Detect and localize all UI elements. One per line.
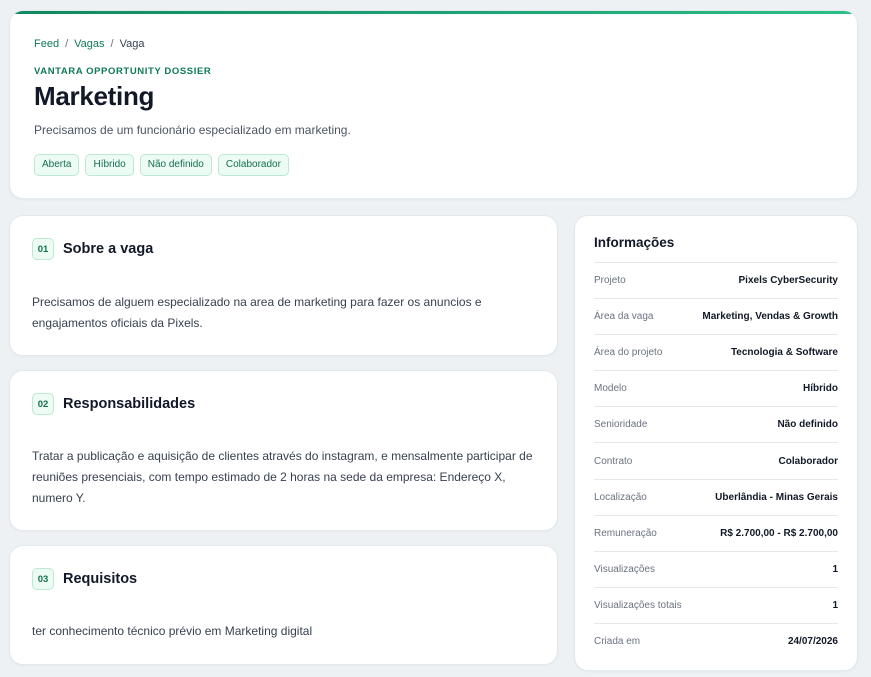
- info-label: Senioridade: [594, 419, 648, 431]
- info-label: Área do projeto: [594, 347, 663, 359]
- accent-bar: [10, 11, 857, 14]
- info-row-visualizacoes: Visualizações 1: [594, 552, 838, 588]
- info-row-contrato: Contrato Colaborador: [594, 443, 838, 480]
- info-value: 24/07/2026: [787, 636, 838, 648]
- info-label: Criada em: [594, 636, 641, 648]
- info-value: R$ 2.700,00 - R$ 2.700,00: [720, 527, 838, 539]
- section-number-badge: 03: [32, 568, 54, 590]
- section-header: 02 Responsabilidades: [32, 393, 195, 415]
- section-title: Responsabilidades: [63, 396, 196, 412]
- info-value: 1: [832, 563, 838, 575]
- section-title: Requisitos: [63, 571, 138, 587]
- info-value: Marketing, Vendas & Growth: [702, 311, 838, 323]
- page-subtitle: Precisamos de um funcionário especializa…: [34, 123, 351, 137]
- status-tag-senioridade: Não definido: [139, 154, 212, 176]
- info-value: Híbrido: [803, 383, 838, 395]
- section-body: ter conhecimento técnico prévio em Marke…: [32, 624, 313, 638]
- job-header-card: Feed / Vagas / Vaga VANTARA OPPORTUNITY …: [9, 10, 858, 199]
- info-row-localizacao: Localização Uberlândia - Minas Gerais: [594, 480, 838, 516]
- breadcrumb-separator: /: [110, 38, 114, 50]
- section-body: Precisamos de alguem especializado na ar…: [32, 295, 482, 330]
- info-label: Modelo: [594, 383, 627, 395]
- info-label: Localização: [594, 491, 647, 503]
- info-title: Informações: [594, 235, 675, 250]
- status-tags: Aberta Híbrido Não definido Colaborador: [34, 154, 289, 176]
- page-eyebrow: VANTARA OPPORTUNITY DOSSIER: [34, 66, 212, 77]
- info-label: Visualizações: [594, 563, 655, 575]
- section-body: Tratar a publicação e aquisição de clien…: [32, 449, 533, 505]
- info-row-visualizacoes-totais: Visualizações totais 1: [594, 588, 838, 624]
- info-row-area-da-vaga: Área da vaga Marketing, Vendas & Growth: [594, 299, 838, 336]
- section-header: 03 Requisitos: [32, 568, 137, 590]
- info-row-senioridade: Senioridade Não definido: [594, 407, 838, 444]
- page-title: Marketing: [34, 81, 155, 111]
- info-value: Pixels CyberSecurity: [738, 275, 839, 287]
- info-card: Informações Projeto Pixels CyberSecurity…: [574, 215, 858, 671]
- info-value: Colaborador: [778, 455, 838, 467]
- section-responsabilidades: 02 Responsabilidades Tratar a publicação…: [9, 370, 558, 531]
- section-number-badge: 01: [32, 238, 54, 260]
- breadcrumb: Feed / Vagas / Vaga: [34, 38, 144, 50]
- info-list: Projeto Pixels CyberSecurity Área da vag…: [594, 262, 838, 660]
- info-value: Não definido: [777, 419, 838, 431]
- section-header: 01 Sobre a vaga: [32, 238, 153, 260]
- breadcrumb-current: Vaga: [119, 38, 145, 50]
- info-value: Tecnologia & Software: [730, 347, 838, 359]
- section-title: Sobre a vaga: [63, 241, 154, 257]
- section-sobre-a-vaga: 01 Sobre a vaga Precisamos de alguem esp…: [9, 215, 558, 356]
- section-requisitos: 03 Requisitos ter conhecimento técnico p…: [9, 545, 558, 665]
- breadcrumb-separator: /: [65, 38, 69, 50]
- info-value: Uberlândia - Minas Gerais: [715, 491, 838, 503]
- info-row-modelo: Modelo Híbrido: [594, 371, 838, 408]
- breadcrumb-feed-link[interactable]: Feed: [34, 38, 59, 50]
- section-number-badge: 02: [32, 393, 54, 415]
- status-tag-aberta: Aberta: [34, 154, 80, 176]
- info-row-criada-em: Criada em 24/07/2026: [594, 624, 838, 660]
- info-label: Projeto: [594, 275, 626, 287]
- breadcrumb-vagas-link[interactable]: Vagas: [74, 38, 104, 50]
- info-label: Visualizações totais: [594, 599, 682, 611]
- info-row-remuneracao: Remuneração R$ 2.700,00 - R$ 2.700,00: [594, 516, 838, 552]
- status-tag-contrato: Colaborador: [217, 154, 289, 176]
- info-value: 1: [832, 599, 838, 611]
- info-label: Remuneração: [594, 527, 657, 539]
- info-row-projeto: Projeto Pixels CyberSecurity: [594, 263, 839, 300]
- info-label: Área da vaga: [594, 311, 654, 323]
- status-tag-modelo: Híbrido: [85, 154, 134, 176]
- info-row-area-do-projeto: Área do projeto Tecnologia & Software: [594, 335, 838, 372]
- info-label: Contrato: [594, 455, 633, 467]
